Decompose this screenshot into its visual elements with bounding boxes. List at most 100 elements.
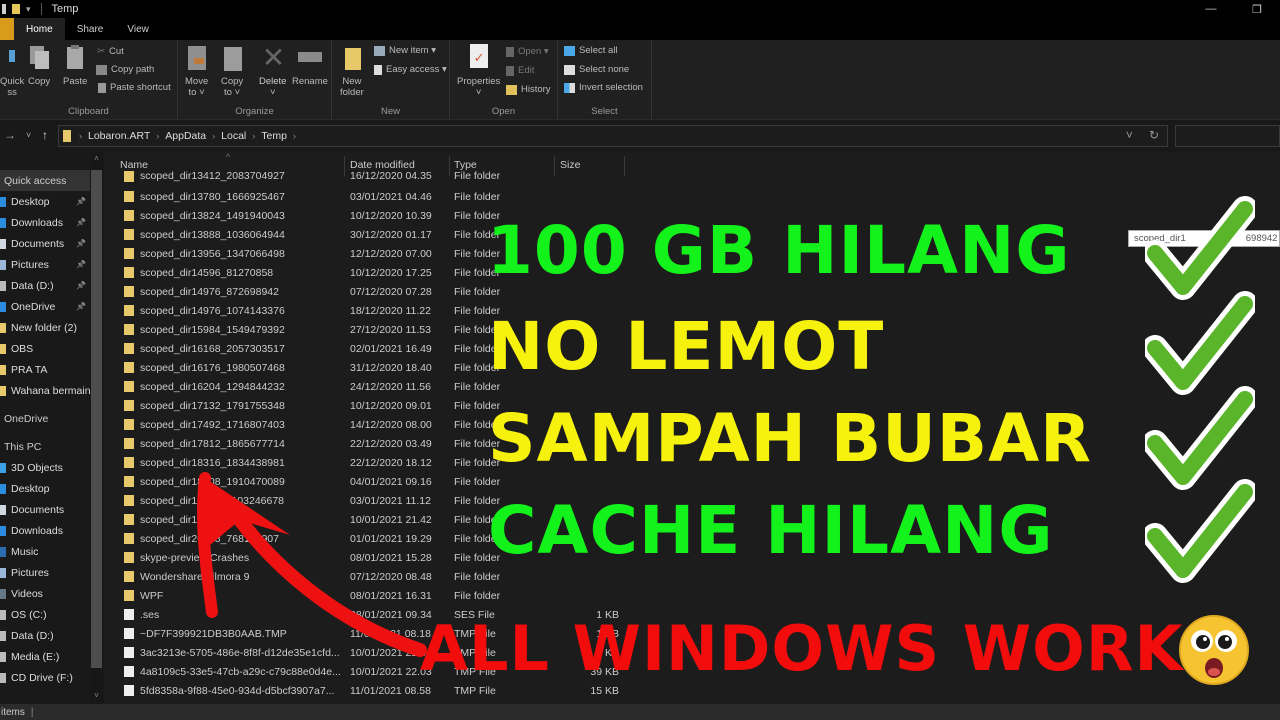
new-item-button[interactable]: New item ▾ bbox=[374, 45, 436, 56]
sidebar-item-label: PRA TA bbox=[11, 363, 48, 376]
history-button[interactable]: History bbox=[506, 84, 551, 95]
delete-button[interactable]: ✕ Delete ˅ bbox=[259, 44, 286, 99]
rename-button[interactable]: Rename bbox=[292, 44, 328, 87]
sidebar-item-label: Desktop bbox=[11, 195, 50, 208]
sidebar-item-cd-drive-f[interactable]: CD Drive (F:) bbox=[0, 667, 90, 688]
sidebar-item-desktop[interactable]: Desktop bbox=[0, 478, 90, 499]
file-row[interactable]: scoped_dir13780_1666925467 03/01/2021 04.… bbox=[104, 187, 664, 206]
navigation-pane: Quick access Desktop 📌 Downloads 📌 Documents 📌… bbox=[0, 152, 104, 704]
file-name: scoped_dir16168_2057303517 bbox=[140, 342, 285, 355]
open-button[interactable]: Open ▾ bbox=[506, 46, 549, 57]
scrollbar-thumb[interactable] bbox=[91, 170, 102, 668]
sidebar-item-this-pc[interactable]: This PC bbox=[0, 436, 90, 457]
chevron-right-icon[interactable]: › bbox=[156, 131, 159, 141]
tab-share[interactable]: Share bbox=[65, 18, 116, 40]
folder-icon bbox=[124, 171, 134, 182]
sidebar-item-pictures[interactable]: Pictures bbox=[0, 562, 90, 583]
overlay-headline-5: ALL WINDOWS WORK bbox=[420, 612, 1184, 685]
sidebar-item-onedrive[interactable]: OneDrive bbox=[0, 408, 90, 429]
file-row[interactable]: Wondershare Filmora 9 07/12/2020 08.48 Fil… bbox=[104, 567, 664, 586]
address-bar[interactable]: › Lobaron.ART › AppData › Local › Temp ›… bbox=[58, 125, 1168, 147]
chevron-right-icon[interactable]: › bbox=[293, 131, 296, 141]
sidebar-item-downloads[interactable]: Downloads 📌 bbox=[0, 212, 90, 233]
sidebar-item-onedrive[interactable]: OneDrive 📌 bbox=[0, 296, 90, 317]
select-none-button[interactable]: Select none bbox=[564, 64, 629, 75]
file-name: Wondershare Filmora 9 bbox=[140, 570, 250, 583]
tab-file[interactable] bbox=[0, 18, 14, 40]
breadcrumb-temp[interactable]: Temp bbox=[261, 130, 287, 142]
file-row[interactable]: WPF 08/01/2021 16.31 File folder bbox=[104, 586, 664, 605]
folder-icon bbox=[124, 552, 134, 563]
pin-icon: 📌 bbox=[76, 218, 86, 227]
maximize-button[interactable]: ❐ bbox=[1234, 0, 1280, 18]
paste-icon bbox=[64, 44, 86, 72]
sidebar-item-pra-ta[interactable]: PRA TA bbox=[0, 359, 90, 380]
properties-button[interactable]: ✓ Properties ˅ bbox=[457, 44, 500, 98]
sidebar-item-downloads[interactable]: Downloads bbox=[0, 520, 90, 541]
forward-button[interactable]: → bbox=[4, 128, 16, 142]
sidebar-item-quick-access[interactable]: Quick access bbox=[0, 170, 90, 191]
sidebar-item-icon bbox=[0, 525, 6, 536]
sidebar-item-data-d[interactable]: Data (D:) 📌 bbox=[0, 275, 90, 296]
chevron-right-icon[interactable]: › bbox=[79, 131, 82, 141]
file-date: 30/12/2020 01.17 bbox=[350, 228, 432, 241]
sidebar-item-documents[interactable]: Documents bbox=[0, 499, 90, 520]
sidebar-item-label: Wahana bermain bbox=[11, 384, 90, 397]
green-checkmark-icon bbox=[1145, 291, 1255, 395]
folder-icon bbox=[124, 343, 134, 354]
sidebar-item-documents[interactable]: Documents 📌 bbox=[0, 233, 90, 254]
easy-access-button[interactable]: Easy access ▾ bbox=[374, 64, 447, 75]
file-type: File folder bbox=[454, 589, 501, 602]
minimize-button[interactable]: — bbox=[1188, 0, 1234, 18]
sidebar-item-data-d[interactable]: Data (D:) bbox=[0, 625, 90, 646]
sidebar-item-music[interactable]: Music bbox=[0, 541, 90, 562]
sidebar-item-pictures[interactable]: Pictures 📌 bbox=[0, 254, 90, 275]
pin-to-quick-access-button[interactable]: Quick ss bbox=[0, 44, 24, 98]
recent-locations-button[interactable]: ˅ bbox=[26, 130, 31, 140]
pin-icon: 📌 bbox=[76, 239, 86, 248]
copy-button[interactable]: Copy bbox=[28, 44, 50, 87]
folder-icon[interactable] bbox=[12, 4, 20, 14]
file-row[interactable]: scoped_dir13412_2083704927 16/12/2020 04.… bbox=[104, 166, 664, 182]
tab-home[interactable]: Home bbox=[14, 18, 65, 40]
sidebar-item-3d-objects[interactable]: 3D Objects bbox=[0, 457, 90, 478]
select-all-button[interactable]: Select all bbox=[564, 45, 618, 56]
sidebar-item-new-folder-2[interactable]: New folder (2) bbox=[0, 317, 90, 338]
sidebar-item-desktop[interactable]: Desktop 📌 bbox=[0, 191, 90, 212]
sidebar-item-obs[interactable]: OBS bbox=[0, 338, 90, 359]
move-to-button[interactable]: Move to ˅ bbox=[185, 44, 208, 98]
chevron-right-icon[interactable]: › bbox=[212, 131, 215, 141]
copy-path-button[interactable]: Copy path bbox=[96, 64, 154, 75]
customize-toolbar-icon[interactable]: ▾ bbox=[26, 4, 31, 15]
breadcrumb-local[interactable]: Local bbox=[221, 130, 246, 142]
sidebar-item-wahana-bermain[interactable]: Wahana bermain bbox=[0, 380, 90, 401]
file-date: 22/12/2020 18.12 bbox=[350, 456, 432, 469]
scroll-down-icon[interactable]: ˅ bbox=[90, 691, 103, 700]
breadcrumb-user[interactable]: Lobaron.ART bbox=[88, 130, 150, 142]
tab-view[interactable]: View bbox=[115, 18, 161, 40]
copy-to-button[interactable]: Copy to ˅ bbox=[221, 44, 243, 98]
edit-button[interactable]: Edit bbox=[506, 65, 534, 76]
scroll-up-icon[interactable]: ˄ bbox=[90, 154, 103, 163]
paste-button[interactable]: Paste bbox=[63, 44, 87, 87]
sidebar-item-videos[interactable]: Videos bbox=[0, 583, 90, 604]
sidebar-item-media-e[interactable]: Media (E:) bbox=[0, 646, 90, 667]
folder-icon bbox=[124, 476, 134, 487]
address-dropdown-icon[interactable]: ˅ bbox=[1126, 128, 1133, 142]
breadcrumb-appdata[interactable]: AppData bbox=[165, 130, 206, 142]
paste-shortcut-button[interactable]: Paste shortcut bbox=[98, 82, 171, 93]
up-button[interactable]: ↑ bbox=[42, 128, 48, 142]
file-date: 31/12/2020 18.40 bbox=[350, 361, 432, 374]
sidebar-item-os-c[interactable]: OS (C:) bbox=[0, 604, 90, 625]
file-type: File folder bbox=[454, 570, 501, 583]
new-folder-button[interactable]: New folder bbox=[340, 44, 364, 98]
sidebar-scrollbar[interactable]: ˄ ˅ bbox=[90, 152, 103, 704]
file-date: 10/12/2020 10.39 bbox=[350, 209, 432, 222]
refresh-icon[interactable]: ↻ bbox=[1149, 128, 1159, 142]
sidebar-item-label: OneDrive bbox=[4, 412, 49, 425]
folder-icon bbox=[124, 362, 134, 373]
search-input[interactable] bbox=[1175, 125, 1280, 147]
invert-selection-button[interactable]: Invert selection bbox=[564, 82, 643, 93]
chevron-right-icon[interactable]: › bbox=[252, 131, 255, 141]
cut-button[interactable]: ✂ Cut bbox=[97, 46, 124, 57]
